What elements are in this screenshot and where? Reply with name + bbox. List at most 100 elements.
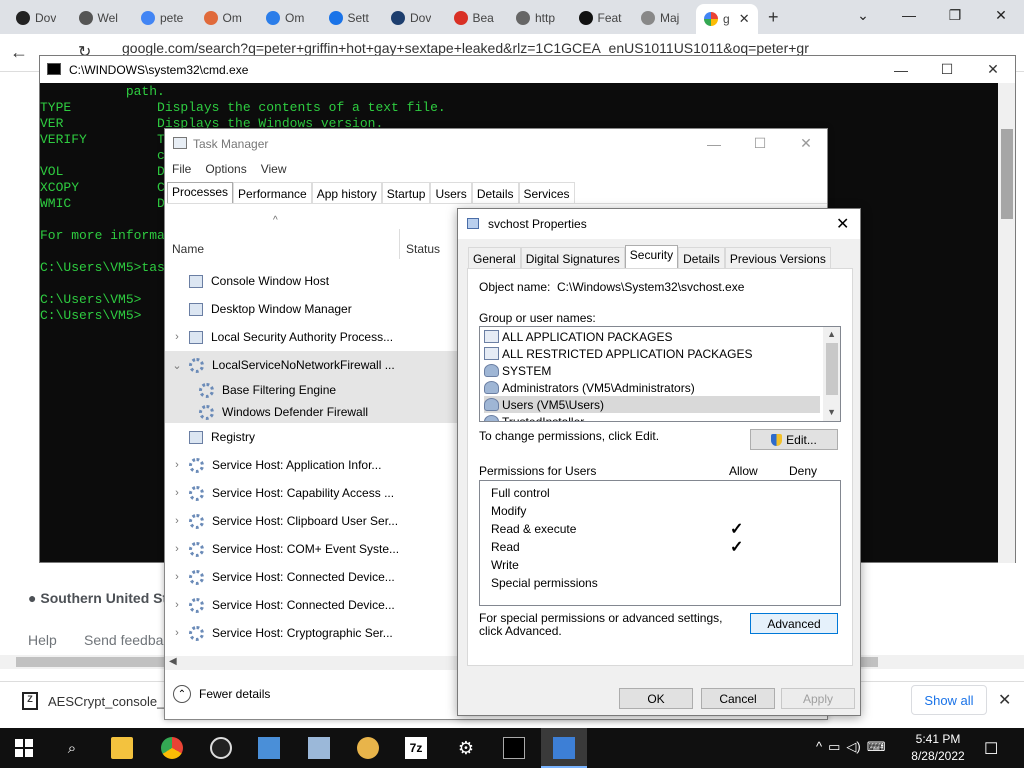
- chevron-right-icon[interactable]: ›: [165, 599, 189, 611]
- maximize-icon[interactable]: ☐: [924, 56, 970, 83]
- close-icon[interactable]: ✕: [739, 11, 750, 27]
- cmd-titlebar[interactable]: C:\WINDOWS\system32\cmd.exe — ☐ ✕: [40, 56, 1015, 83]
- download-item[interactable]: Z AESCrypt_console_...: [22, 692, 175, 710]
- process-child-row[interactable]: Base Filtering Engine: [165, 379, 457, 401]
- tab-previous-versions[interactable]: Previous Versions: [724, 247, 831, 268]
- tab-app-history[interactable]: App history: [311, 182, 382, 203]
- restore-icon[interactable]: ❐: [932, 0, 978, 30]
- apply-button[interactable]: Apply: [781, 688, 855, 709]
- new-tab-button[interactable]: +: [768, 7, 779, 28]
- column-divider[interactable]: [399, 229, 400, 259]
- close-icon[interactable]: ✕: [998, 690, 1011, 710]
- help-link[interactable]: Help: [28, 632, 57, 648]
- user-list-item[interactable]: SYSTEM: [484, 362, 820, 379]
- user-list-item[interactable]: ALL RESTRICTED APPLICATION PACKAGES: [484, 345, 820, 362]
- settings-icon[interactable]: ⚙: [455, 737, 477, 759]
- scroll-left-icon[interactable]: ◀: [169, 656, 177, 667]
- clock-time[interactable]: 5:41 PM: [914, 732, 962, 746]
- user-list-item[interactable]: TrustedInstaller: [484, 413, 820, 421]
- process-row[interactable]: › Service Host: COM+ Event Syste...: [165, 535, 457, 563]
- chevron-down-icon[interactable]: ⌄: [840, 0, 886, 30]
- volume-icon[interactable]: ◁): [846, 739, 860, 755]
- chevron-right-icon[interactable]: ›: [165, 543, 189, 555]
- scroll-up-icon[interactable]: ▲: [827, 329, 836, 339]
- browser-tab[interactable]: pete: [141, 6, 183, 30]
- browser-tab-active[interactable]: g ✕: [696, 4, 758, 34]
- minimize-icon[interactable]: —: [691, 130, 737, 157]
- ime-icon[interactable]: ⌨: [867, 739, 886, 755]
- task-manager-icon[interactable]: [553, 737, 575, 759]
- browser-tab[interactable]: Feat: [578, 6, 622, 30]
- user-list[interactable]: ALL APPLICATION PACKAGES ALL RESTRICTED A…: [479, 326, 841, 422]
- menu-item[interactable]: View: [254, 159, 294, 181]
- chevron-right-icon[interactable]: ›: [165, 459, 189, 471]
- minimize-icon[interactable]: —: [878, 56, 924, 83]
- chevron-right-icon[interactable]: ›: [165, 515, 189, 527]
- tab-performance[interactable]: Performance: [233, 182, 312, 203]
- process-row[interactable]: › Service Host: Cryptographic Ser...: [165, 619, 457, 647]
- notification-icon[interactable]: ☐: [984, 739, 998, 759]
- process-row[interactable]: ⌄ LocalServiceNoNetworkFirewall ...: [165, 351, 457, 379]
- user-list-item[interactable]: ALL APPLICATION PACKAGES: [484, 328, 820, 345]
- maximize-icon[interactable]: ☐: [737, 130, 783, 157]
- chevron-right-icon[interactable]: ›: [165, 571, 189, 583]
- search-icon[interactable]: ⌕: [61, 737, 83, 759]
- show-all-button[interactable]: Show all: [911, 685, 987, 715]
- process-row[interactable]: › Service Host: Connected Device...: [165, 591, 457, 619]
- menu-item[interactable]: File: [165, 159, 198, 181]
- close-icon[interactable]: ✕: [783, 130, 829, 157]
- tab-security[interactable]: Security: [624, 245, 679, 268]
- tab-general[interactable]: General: [468, 247, 521, 268]
- sort-arrow-icon[interactable]: ^: [273, 215, 278, 226]
- user-list-scrollbar[interactable]: ▲ ▼: [823, 327, 840, 421]
- cmd-scrollbar[interactable]: [998, 83, 1015, 563]
- tab-startup[interactable]: Startup: [381, 182, 431, 203]
- chrome-icon[interactable]: [161, 737, 183, 759]
- browser-tab[interactable]: http: [516, 6, 555, 30]
- control-panel-icon[interactable]: [258, 737, 280, 759]
- browser-tab[interactable]: Dov: [16, 6, 56, 30]
- close-icon[interactable]: ✕: [978, 0, 1024, 30]
- process-row[interactable]: Desktop Window Manager: [165, 295, 457, 323]
- scrollbar-thumb[interactable]: [826, 343, 838, 395]
- clock-date[interactable]: 8/28/2022: [910, 749, 966, 763]
- browser-tab[interactable]: Om: [266, 6, 304, 30]
- network-icon[interactable]: [308, 737, 330, 759]
- close-icon[interactable]: ✕: [970, 56, 1016, 83]
- chevron-up-icon[interactable]: ^: [816, 739, 822, 755]
- minimize-icon[interactable]: —: [886, 0, 932, 30]
- scroll-down-icon[interactable]: ▼: [827, 407, 836, 417]
- advanced-button[interactable]: Advanced: [750, 613, 838, 634]
- tab-details[interactable]: Details: [678, 247, 725, 268]
- column-header-status[interactable]: Status: [406, 242, 440, 256]
- fewer-details-button[interactable]: ⌃ Fewer details: [173, 685, 270, 703]
- 7zip-icon[interactable]: 7z: [405, 737, 427, 759]
- process-child-row[interactable]: Windows Defender Firewall: [165, 401, 457, 423]
- tab-users[interactable]: Users: [430, 182, 472, 203]
- browser-tab[interactable]: Sett: [328, 6, 369, 30]
- process-row[interactable]: › Service Host: Clipboard User Ser...: [165, 507, 457, 535]
- browser-tab[interactable]: Wel: [78, 6, 118, 30]
- paint-icon[interactable]: [357, 737, 379, 759]
- tab-digital-signatures[interactable]: Digital Signatures: [520, 247, 625, 268]
- process-row[interactable]: › Local Security Authority Process...: [165, 323, 457, 351]
- edit-button[interactable]: Edit...: [750, 429, 838, 450]
- process-row[interactable]: › Service Host: Connected Device...: [165, 563, 457, 591]
- send-feedback-link[interactable]: Send feedba: [84, 632, 163, 648]
- cmd-icon[interactable]: [503, 737, 525, 759]
- network-status-icon[interactable]: ▭: [828, 739, 840, 755]
- chevron-right-icon[interactable]: ›: [165, 331, 189, 343]
- obs-icon[interactable]: [210, 737, 232, 759]
- process-row[interactable]: › Service Host: Capability Access ...: [165, 479, 457, 507]
- browser-tab[interactable]: Dov: [391, 6, 431, 30]
- properties-dialog[interactable]: svchost Properties ✕ General Digital Sign…: [457, 208, 861, 716]
- start-icon[interactable]: [13, 737, 35, 759]
- chevron-right-icon[interactable]: ›: [165, 487, 189, 499]
- scrollbar-thumb[interactable]: [1001, 129, 1013, 219]
- tab-services[interactable]: Services: [518, 182, 575, 203]
- chevron-down-icon[interactable]: ⌄: [165, 359, 189, 372]
- chevron-right-icon[interactable]: ›: [165, 627, 189, 639]
- process-row[interactable]: › Service Host: Application Infor...: [165, 451, 457, 479]
- browser-tab[interactable]: Bea: [453, 6, 494, 30]
- task-manager-titlebar[interactable]: Task Manager — ☐ ✕: [165, 129, 827, 159]
